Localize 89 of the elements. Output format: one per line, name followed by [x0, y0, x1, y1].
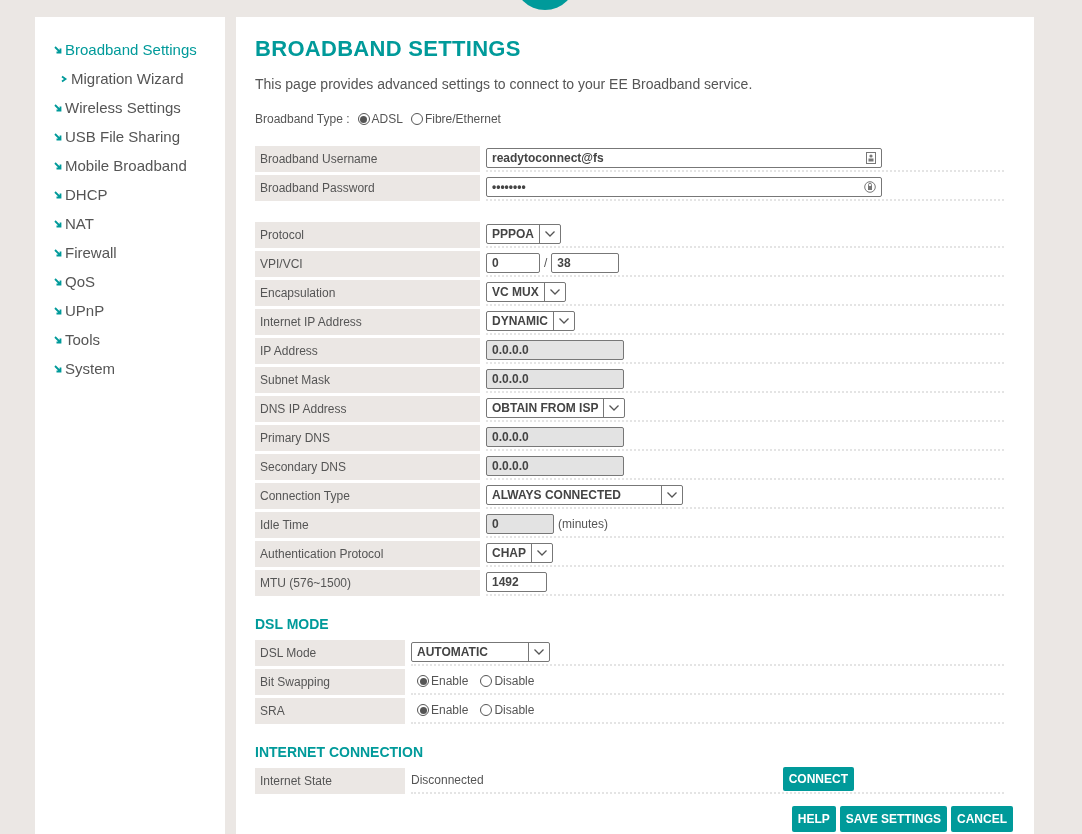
field-label: MTU (576~1500) — [255, 570, 480, 596]
field-label: Broadband Type : — [255, 112, 350, 126]
field-label: Broadband Username — [255, 146, 480, 172]
sidebar-item[interactable]: USB File Sharing — [54, 122, 225, 151]
radio-label: Disable — [494, 703, 535, 717]
caret-icon — [533, 649, 544, 655]
field-label: DSL Mode — [255, 640, 405, 666]
field-label: IP Address — [255, 338, 480, 364]
arrow-icon — [54, 306, 62, 315]
input-field[interactable]: 0.0.0.0 — [486, 456, 624, 476]
dropdown[interactable]: VC MUX — [486, 282, 566, 302]
field-label: Authentication Protocol — [255, 541, 480, 567]
arrow-icon — [54, 45, 62, 54]
caret-icon — [549, 289, 560, 295]
page-title: BROADBAND SETTINGS — [255, 36, 522, 62]
dropdown[interactable]: CHAP — [486, 543, 553, 563]
arrow-icon — [54, 248, 62, 257]
field-label: DNS IP Address — [255, 396, 480, 422]
separator-text: / — [544, 256, 548, 270]
caret-icon — [666, 492, 677, 498]
sidebar-item[interactable]: Broadband Settings — [54, 35, 225, 64]
arrow-icon — [54, 219, 62, 228]
radio-button[interactable] — [417, 704, 429, 716]
input-field[interactable]: 38 — [551, 253, 620, 273]
sidebar-item[interactable]: Tools — [54, 325, 225, 354]
field-label: Broadband Password — [255, 175, 480, 201]
dropdown[interactable]: PPPOA — [486, 224, 561, 244]
caret-icon — [537, 550, 547, 556]
radio-button[interactable] — [480, 675, 493, 687]
dropdown[interactable]: ALWAYS CONNECTED — [486, 485, 683, 505]
sidebar-item[interactable]: Firewall — [54, 238, 225, 267]
radio-label: Fibre/Ethernet — [424, 112, 501, 126]
arrow-icon — [54, 335, 62, 344]
field-label: Bit Swapping — [255, 669, 405, 695]
input-field[interactable]: readytoconnect@fs — [486, 148, 882, 168]
section-heading: INTERNET CONNECTION — [255, 744, 424, 760]
field-label: Internet State — [255, 768, 405, 794]
input-field[interactable]: 0.0.0.0 — [486, 427, 624, 447]
arrow-icon — [54, 277, 62, 286]
status-text: Disconnected — [411, 773, 484, 787]
dropdown[interactable]: OBTAIN FROM ISP — [486, 398, 626, 418]
arrow-icon — [54, 103, 62, 112]
sidebar-item[interactable]: System — [54, 354, 225, 383]
radio-button[interactable] — [357, 113, 370, 125]
field-label: Protocol — [255, 222, 480, 248]
field-label: Encapsulation — [255, 280, 480, 306]
field-label: Subnet Mask — [255, 367, 480, 393]
sidebar-item[interactable]: NAT — [54, 209, 225, 238]
radio-label: Disable — [494, 674, 535, 688]
field-label: Secondary DNS — [255, 454, 480, 480]
sidebar-item[interactable]: Wireless Settings — [54, 93, 225, 122]
radio-button[interactable] — [417, 675, 429, 687]
sidebar-item[interactable]: Migration Wizard — [54, 64, 225, 93]
arrow-icon — [54, 132, 62, 141]
input-field[interactable]: 0 — [486, 253, 540, 273]
caret-icon — [545, 231, 555, 237]
sidebar-item[interactable]: Mobile Broadband — [54, 151, 225, 180]
sidebar-item[interactable]: UPnP — [54, 296, 225, 325]
lock-icon — [864, 180, 876, 194]
field-label: VPI/VCI — [255, 251, 480, 277]
sidebar-item[interactable]: DHCP — [54, 180, 225, 209]
caret-icon — [559, 318, 569, 324]
input-field[interactable]: 0.0.0.0 — [486, 340, 624, 360]
arrow-icon — [54, 364, 62, 373]
input-field[interactable]: 0 — [486, 514, 554, 534]
arrow-icon — [54, 190, 62, 199]
radio-button[interactable] — [410, 113, 423, 125]
input-field[interactable]: 1492 — [486, 572, 547, 592]
sidebar-item[interactable]: QoS — [54, 267, 225, 296]
radio-button[interactable] — [480, 704, 493, 716]
radio-label: Enable — [431, 703, 469, 717]
section-heading: DSL MODE — [255, 616, 330, 632]
radio-label: Enable — [431, 674, 469, 688]
chevron-icon — [60, 74, 68, 83]
contact-card-icon — [866, 152, 876, 164]
field-label: Idle Time — [255, 512, 480, 538]
caret-icon — [609, 405, 620, 411]
arrow-icon — [54, 161, 62, 170]
field-label: SRA — [255, 698, 405, 724]
page-description: This page provides advanced settings to connect to your EE Broadband service. — [255, 76, 754, 92]
input-field[interactable]: 0.0.0.0 — [486, 369, 624, 389]
field-label: Connection Type — [255, 483, 480, 509]
dropdown[interactable]: AUTOMATIC — [411, 642, 550, 662]
field-label: Internet IP Address — [255, 309, 480, 335]
input-field[interactable]: •••••••• — [486, 177, 882, 197]
dropdown[interactable]: DYNAMIC — [486, 311, 575, 331]
radio-label: ADSL — [371, 112, 403, 126]
unit-text: (minutes) — [558, 517, 608, 531]
field-label: Primary DNS — [255, 425, 480, 451]
